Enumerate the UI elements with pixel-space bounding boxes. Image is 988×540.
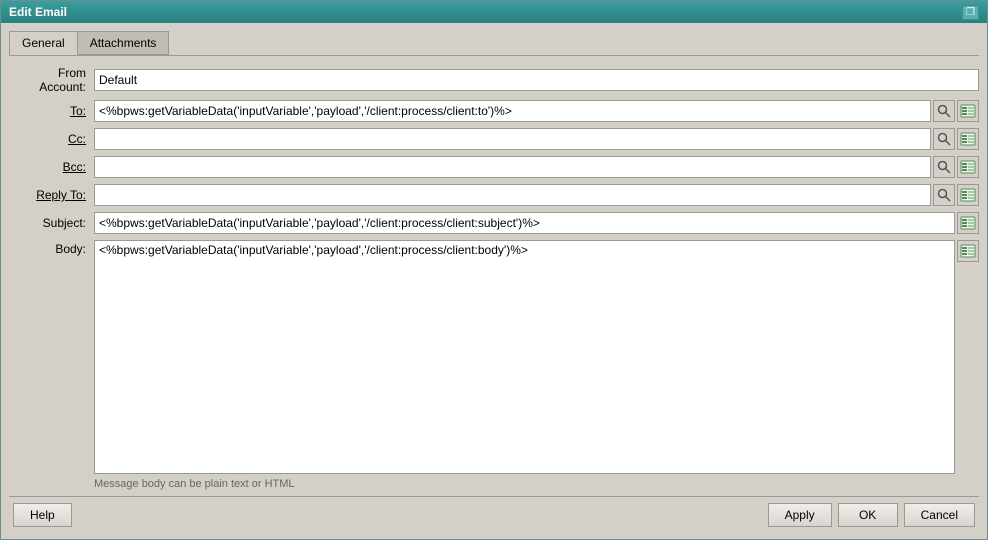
reply-to-label: Reply To: — [9, 188, 94, 202]
subject-input-group — [94, 212, 979, 234]
variable-icon — [960, 160, 976, 174]
tab-general[interactable]: General — [9, 31, 78, 55]
window-content: General Attachments From Account: To: — [1, 23, 987, 539]
ok-button[interactable]: OK — [838, 503, 898, 527]
body-hint: Message body can be plain text or HTML — [9, 476, 979, 492]
to-label: To: — [9, 104, 94, 118]
button-bar: Help Apply OK Cancel — [9, 496, 979, 531]
help-button[interactable]: Help — [13, 503, 72, 527]
from-account-label: From Account: — [9, 66, 94, 94]
edit-email-window: Edit Email ❐ General Attachments From Ac… — [0, 0, 988, 540]
restore-icon[interactable]: ❐ — [962, 5, 979, 20]
variable-icon — [960, 188, 976, 202]
body-variable-button[interactable] — [957, 240, 979, 262]
cc-input-group — [94, 128, 979, 150]
body-label: Body: — [9, 240, 94, 256]
subject-label: Subject: — [9, 216, 94, 230]
cc-variable-button[interactable] — [957, 128, 979, 150]
bcc-label: Bcc: — [9, 160, 94, 174]
bcc-row: Bcc: — [9, 156, 979, 178]
reply-to-row: Reply To: — [9, 184, 979, 206]
form-area: From Account: To: — [9, 66, 979, 492]
to-row: To: — [9, 100, 979, 122]
reply-to-input[interactable] — [94, 184, 931, 206]
cc-input[interactable] — [94, 128, 931, 150]
to-variable-button[interactable] — [957, 100, 979, 122]
right-buttons: Apply OK Cancel — [768, 503, 975, 527]
tab-attachments[interactable]: Attachments — [77, 31, 170, 55]
body-input-group — [94, 240, 979, 474]
variable-icon — [960, 104, 976, 118]
from-account-input[interactable] — [94, 69, 979, 91]
apply-button[interactable]: Apply — [768, 503, 832, 527]
cancel-button[interactable]: Cancel — [904, 503, 975, 527]
body-textarea[interactable] — [94, 240, 955, 474]
subject-variable-button[interactable] — [957, 212, 979, 234]
variable-icon — [960, 132, 976, 146]
bcc-input[interactable] — [94, 156, 931, 178]
title-bar: Edit Email ❐ — [1, 1, 987, 23]
search-icon — [937, 104, 951, 118]
tab-bar: General Attachments — [9, 31, 979, 56]
reply-to-search-button[interactable] — [933, 184, 955, 206]
from-account-row: From Account: — [9, 66, 979, 94]
to-search-button[interactable] — [933, 100, 955, 122]
variable-icon — [960, 216, 976, 230]
to-input[interactable] — [94, 100, 931, 122]
reply-to-variable-button[interactable] — [957, 184, 979, 206]
reply-to-input-group — [94, 184, 979, 206]
bcc-search-button[interactable] — [933, 156, 955, 178]
cc-search-button[interactable] — [933, 128, 955, 150]
search-icon — [937, 160, 951, 174]
bcc-variable-button[interactable] — [957, 156, 979, 178]
subject-input[interactable] — [94, 212, 955, 234]
cc-row: Cc: — [9, 128, 979, 150]
cc-label: Cc: — [9, 132, 94, 146]
search-icon — [937, 132, 951, 146]
bcc-input-group — [94, 156, 979, 178]
subject-row: Subject: — [9, 212, 979, 234]
window-title: Edit Email — [9, 5, 67, 19]
to-input-group — [94, 100, 979, 122]
body-row: Body: — [9, 240, 979, 474]
search-icon — [937, 188, 951, 202]
variable-icon — [960, 244, 976, 258]
